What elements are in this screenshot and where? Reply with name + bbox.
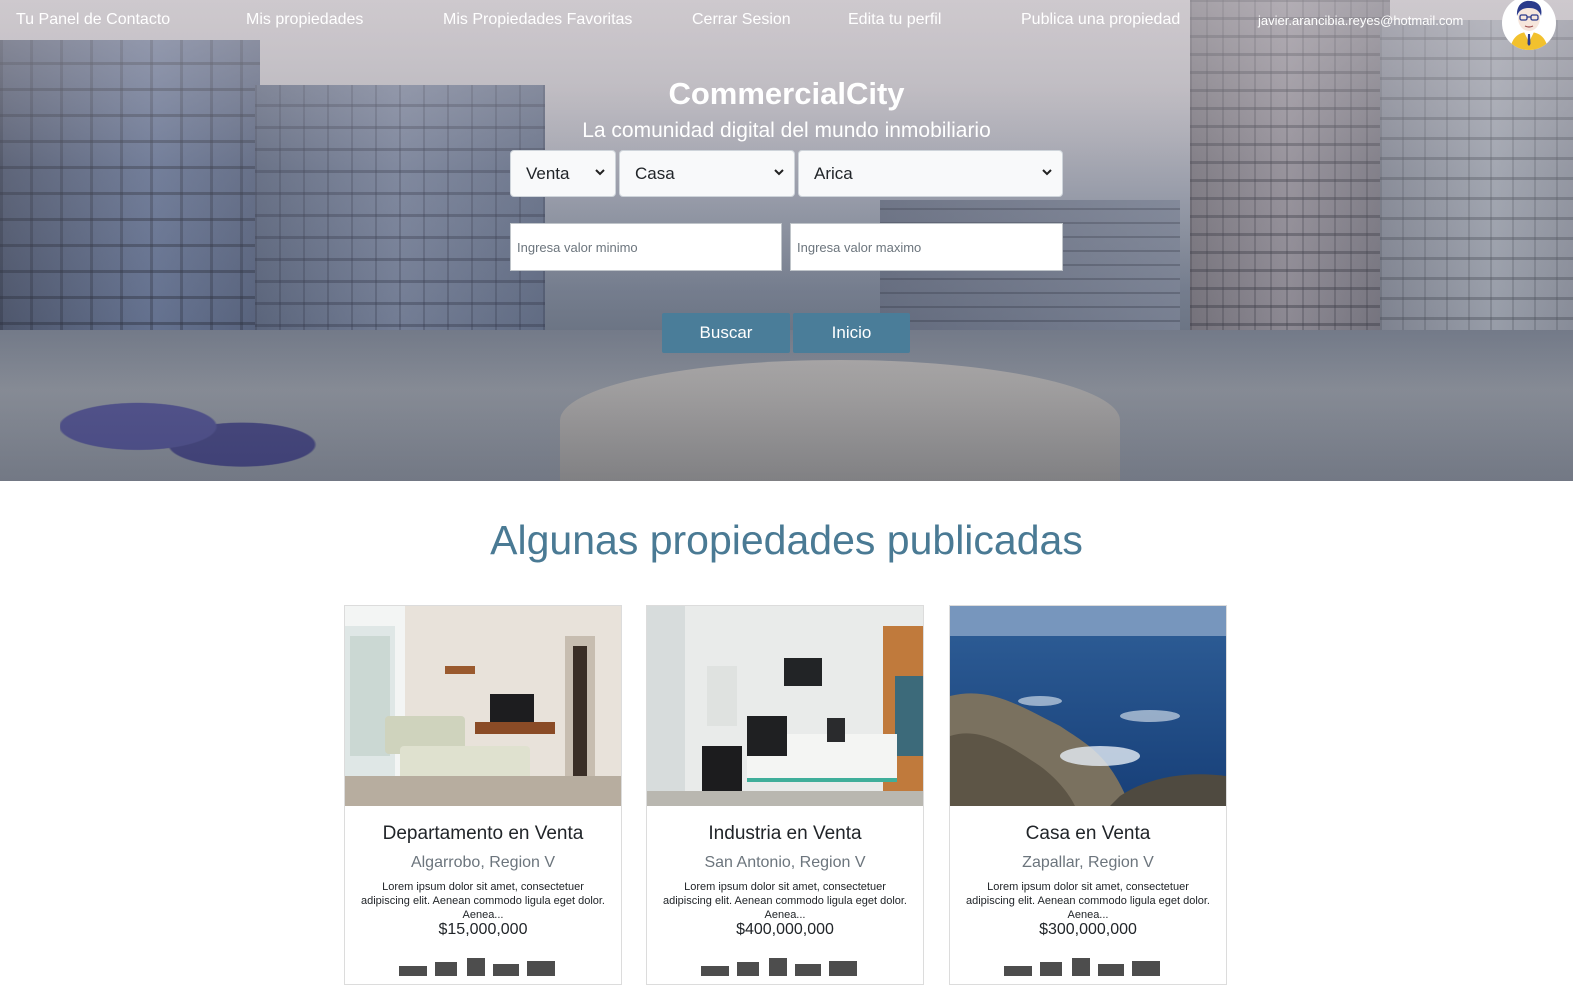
brand-title: CommercialCity — [668, 76, 905, 111]
property-type-select[interactable]: Casa — [619, 150, 795, 197]
nav-link-contact-panel[interactable]: Tu Panel de Contacto — [16, 11, 170, 29]
amenities-icons — [399, 958, 555, 976]
card-price: $300,000,000 — [1039, 921, 1137, 938]
min-price-placeholder: Ingresa valor minimo — [517, 239, 638, 255]
card-price: $15,000,000 — [438, 921, 528, 938]
min-price-input[interactable]: Ingresa valor minimo — [510, 223, 782, 271]
search-button[interactable]: Buscar — [662, 313, 790, 353]
property-card[interactable]: Industria en Venta San Antonio, Region V… — [646, 605, 924, 985]
card-description: Lorem ipsum dolor sit amet, consectetuer… — [966, 881, 1210, 921]
listings-heading: Algunas propiedades publicadas — [490, 517, 1083, 563]
chevron-down-icon — [774, 169, 784, 176]
card-location: Zapallar, Region V — [1022, 854, 1154, 871]
hero-banner: Tu Panel de Contacto Mis propiedades Mis… — [0, 0, 1573, 481]
nav-link-my-properties[interactable]: Mis propiedades — [246, 11, 363, 29]
card-title[interactable]: Departamento en Venta — [345, 823, 621, 845]
card-location: Algarrobo, Region V — [410, 854, 556, 871]
max-price-placeholder: Ingresa valor maximo — [797, 239, 922, 255]
hero-haze — [0, 0, 1573, 481]
property-type-select-value: Casa — [635, 163, 675, 183]
card-title[interactable]: Casa en Venta — [950, 823, 1226, 845]
operation-select-value: Venta — [526, 163, 570, 183]
card-title[interactable]: Industria en Venta — [647, 823, 923, 845]
nav-link-edit-profile[interactable]: Edita tu perfil — [848, 11, 941, 29]
living-room-photo[interactable] — [345, 606, 621, 806]
nav-link-publish[interactable]: Publica una propiedad — [1021, 11, 1180, 29]
card-price: $400,000,000 — [736, 921, 834, 938]
operation-select[interactable]: Venta — [510, 150, 616, 197]
home-button[interactable]: Inicio — [793, 313, 910, 353]
office-photo[interactable] — [647, 606, 923, 806]
card-description: Lorem ipsum dolor sit amet, consectetuer… — [361, 881, 605, 921]
city-select-value: Arica — [814, 163, 853, 183]
max-price-input[interactable]: Ingresa valor maximo — [790, 223, 1063, 271]
top-nav: Tu Panel de Contacto Mis propiedades Mis… — [0, 0, 1573, 50]
nav-link-favorites[interactable]: Mis Propiedades Favoritas — [443, 11, 632, 29]
card-description: Lorem ipsum dolor sit amet, consectetuer… — [663, 881, 907, 921]
brand-tagline: La comunidad digital del mundo inmobilia… — [582, 119, 991, 142]
property-card[interactable]: Departamento en Venta Algarrobo, Region … — [344, 605, 622, 985]
chevron-down-icon — [1042, 169, 1052, 176]
coast-photo[interactable] — [950, 606, 1226, 806]
user-email[interactable]: javier.arancibia.reyes@hotmail.com — [1258, 13, 1463, 28]
property-card[interactable]: Casa en Venta Zapallar, Region V Lorem i… — [949, 605, 1227, 985]
amenities-icons — [701, 958, 857, 976]
chevron-down-icon — [595, 169, 605, 176]
amenities-icons — [1004, 958, 1160, 976]
nav-link-logout[interactable]: Cerrar Sesion — [692, 11, 791, 29]
city-select[interactable]: Arica — [798, 150, 1063, 197]
card-location: San Antonio, Region V — [704, 854, 866, 871]
